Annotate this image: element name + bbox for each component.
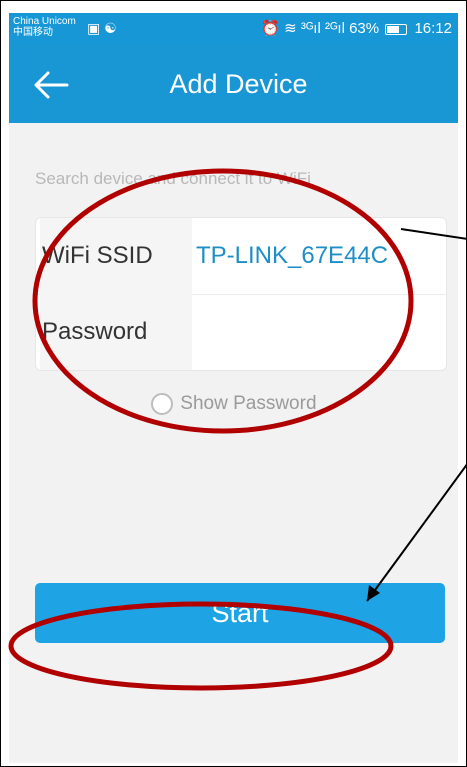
password-input[interactable] <box>192 302 438 364</box>
signal-icons: ⏰ ≋ ³ᴳıl ²ᴳıl <box>261 20 345 37</box>
password-row: Password <box>36 294 446 370</box>
carrier-name: China Unicom <box>13 16 76 27</box>
main-content: Search device and connect it to WiFi WiF… <box>9 123 458 763</box>
battery-percent: 63% <box>349 20 380 37</box>
show-password-toggle[interactable]: Show Password <box>151 393 317 415</box>
notification-icons: ▣ ☯ <box>87 20 117 36</box>
show-password-label: Show Password <box>180 393 317 415</box>
status-indicators: ⏰ ≋ ³ᴳıl ²ᴳıl 63% 16:12 <box>261 19 452 37</box>
phone-screen: China Unicom 中国移动 ▣ ☯ ⏰ ≋ ³ᴳıl ²ᴳıl 63% … <box>0 0 467 767</box>
ssid-row[interactable]: WiFi SSID TP-LINK_67E44C <box>36 218 446 295</box>
status-bar: China Unicom 中国移动 ▣ ☯ ⏰ ≋ ³ᴳıl ²ᴳıl 63% … <box>9 13 458 45</box>
radio-icon[interactable] <box>151 393 173 415</box>
ssid-label: WiFi SSID <box>40 218 192 294</box>
battery-icon <box>385 23 408 35</box>
password-label: Password <box>40 294 192 370</box>
instruction-text: Search device and connect it to WiFi <box>35 169 311 188</box>
start-button[interactable]: Start <box>35 583 445 643</box>
carrier-info: China Unicom 中国移动 <box>13 16 76 38</box>
page-title: Add Device <box>169 69 308 99</box>
ssid-value[interactable]: TP-LINK_67E44C <box>196 218 388 294</box>
app-bar: Add Device <box>9 45 458 123</box>
wifi-form: WiFi SSID TP-LINK_67E44C Password <box>35 217 447 371</box>
clock: 16:12 <box>414 20 452 37</box>
carrier-name-secondary: 中国移动 <box>13 27 53 38</box>
